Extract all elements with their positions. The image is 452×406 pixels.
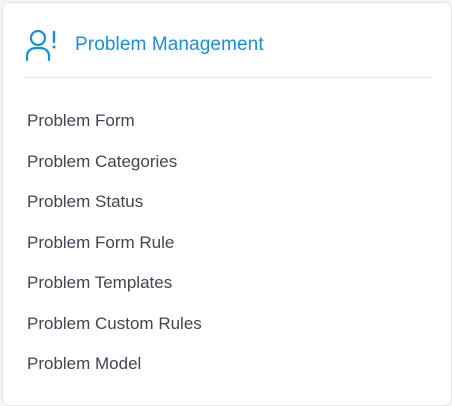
- menu-item-problem-model[interactable]: Problem Model: [27, 344, 202, 385]
- user-alert-icon: [25, 29, 56, 62]
- menu-item-problem-custom-rules[interactable]: Problem Custom Rules: [27, 304, 202, 345]
- card-header: Problem Management: [25, 27, 264, 63]
- menu-item-problem-status[interactable]: Problem Status: [27, 182, 202, 223]
- problem-menu: Problem Form Problem Categories Problem …: [27, 101, 202, 385]
- menu-item-problem-categories[interactable]: Problem Categories: [27, 142, 202, 183]
- menu-item-problem-form[interactable]: Problem Form: [27, 101, 202, 142]
- card-title: Problem Management: [75, 34, 264, 55]
- problem-management-card: Problem Management Problem Form Problem …: [2, 2, 452, 406]
- menu-item-problem-templates[interactable]: Problem Templates: [27, 263, 202, 304]
- header-divider: [25, 77, 432, 78]
- menu-item-problem-form-rule[interactable]: Problem Form Rule: [27, 223, 202, 264]
